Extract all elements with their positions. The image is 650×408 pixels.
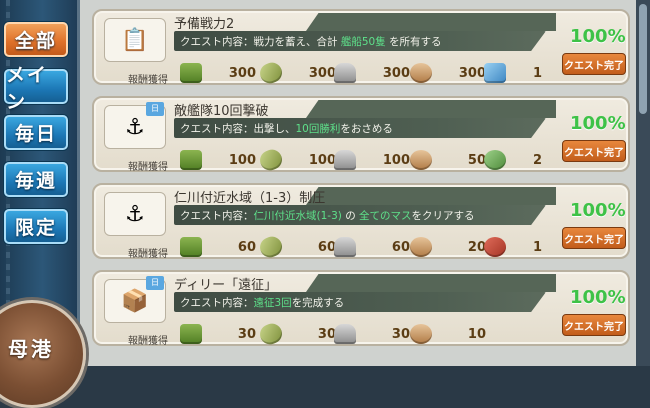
bauxite-amount: 20 bbox=[467, 239, 486, 255]
bauxite-icon bbox=[410, 237, 432, 257]
scrollbar-thumb[interactable] bbox=[639, 4, 647, 114]
ammo-icon bbox=[257, 233, 285, 261]
title-band bbox=[306, 274, 556, 292]
ammo-icon bbox=[257, 320, 285, 348]
reward-row: 60 60 60 20 1 bbox=[174, 233, 554, 261]
special-amount: 1 bbox=[532, 65, 542, 81]
quest-complete-button[interactable]: クエスト完了 bbox=[562, 53, 626, 75]
ammo-amount: 100 bbox=[308, 152, 336, 168]
bauxite-amount: 10 bbox=[467, 326, 486, 342]
quest-progress-percent: 100% bbox=[570, 26, 626, 47]
ammo-icon bbox=[257, 59, 285, 87]
fuel-amount: 60 bbox=[237, 239, 256, 255]
special-amount: 2 bbox=[532, 152, 542, 168]
fuel-icon bbox=[180, 63, 202, 83]
title-band bbox=[306, 13, 556, 31]
quest-complete-button[interactable]: クエスト完了 bbox=[562, 314, 626, 336]
steel-amount: 30 bbox=[391, 326, 410, 342]
special-amount: 1 bbox=[532, 239, 542, 255]
quest-title: ディリー「遠征」 bbox=[174, 278, 278, 293]
quest-description: クエスト内容：出撃し、10回勝利をおさめる bbox=[180, 123, 393, 135]
quest-complete-button[interactable]: クエスト完了 bbox=[562, 140, 626, 162]
steel-icon bbox=[334, 324, 356, 344]
steel-amount: 60 bbox=[391, 239, 410, 255]
reward-row: 300 300 300 300 1 bbox=[174, 59, 554, 87]
bauxite-icon bbox=[410, 324, 432, 344]
bauxite-amount: 300 bbox=[458, 65, 486, 81]
tab-daily[interactable]: 毎日 bbox=[4, 115, 68, 150]
quest-title: 仁川付近水域（1-3）制圧 bbox=[174, 191, 326, 206]
quest-card: ⚓ 日 敵艦隊10回撃破 クエスト内容：出撃し、10回勝利をおさめる 100% … bbox=[92, 96, 630, 174]
daily-badge: 日 bbox=[146, 102, 164, 116]
repair-bucket-icon bbox=[484, 150, 506, 170]
daily-badge: 日 bbox=[146, 276, 164, 290]
fuel-amount: 300 bbox=[228, 65, 256, 81]
reward-row: 30 30 30 10 bbox=[174, 320, 554, 348]
ammo-amount: 30 bbox=[317, 326, 336, 342]
bauxite-icon bbox=[410, 63, 432, 83]
tab-weekly[interactable]: 毎週 bbox=[4, 162, 68, 197]
tab-main[interactable]: メイン bbox=[4, 64, 68, 113]
home-port-label: 母港 bbox=[8, 337, 54, 361]
quest-title: 敵艦隊10回撃破 bbox=[174, 104, 269, 119]
ammo-icon bbox=[257, 146, 285, 174]
quest-description: クエスト内容：仁川付近水域(1-3) の 全てのマスをクリアする bbox=[180, 210, 475, 222]
quest-progress-percent: 100% bbox=[570, 287, 626, 308]
title-band bbox=[306, 100, 556, 118]
fire-extinguisher-icon bbox=[484, 237, 506, 257]
reward-label: 報酬獲得 bbox=[128, 75, 168, 86]
fuel-icon bbox=[180, 324, 202, 344]
quest-document-icon: 📋 bbox=[104, 18, 166, 62]
quest-card: ⚓ 仁川付近水域（1-3）制圧 クエスト内容：仁川付近水域(1-3) の 全ての… bbox=[92, 183, 630, 261]
tab-all[interactable]: 全部 bbox=[4, 22, 68, 57]
steel-icon bbox=[334, 150, 356, 170]
fuel-amount: 100 bbox=[228, 152, 256, 168]
fuel-icon bbox=[180, 150, 202, 170]
bauxite-icon bbox=[410, 150, 432, 170]
steel-icon bbox=[334, 63, 356, 83]
steel-amount: 300 bbox=[382, 65, 410, 81]
reward-label: 報酬獲得 bbox=[128, 162, 168, 173]
quest-progress-percent: 100% bbox=[570, 200, 626, 221]
ammo-amount: 60 bbox=[317, 239, 336, 255]
steel-icon bbox=[334, 237, 356, 257]
steel-amount: 100 bbox=[382, 152, 410, 168]
bauxite-amount: 50 bbox=[467, 152, 486, 168]
reward-label: 報酬獲得 bbox=[128, 336, 168, 347]
quest-title: 予備戦力2 bbox=[174, 17, 235, 32]
quest-progress-percent: 100% bbox=[570, 113, 626, 134]
ammo-amount: 300 bbox=[308, 65, 336, 81]
fuel-amount: 30 bbox=[237, 326, 256, 342]
sortie-map-icon: ⚓ bbox=[104, 192, 166, 236]
tab-limited[interactable]: 限定 bbox=[4, 209, 68, 244]
quest-description: クエスト内容：戦力を蓄え、合計 艦船50隻 を所有する bbox=[180, 36, 442, 48]
title-band bbox=[306, 187, 556, 205]
quest-card: 📋 予備戦力2 クエスト内容：戦力を蓄え、合計 艦船50隻 を所有する 100%… bbox=[92, 9, 630, 87]
reward-label: 報酬獲得 bbox=[128, 249, 168, 260]
quest-description: クエスト内容：遠征3回を完成する bbox=[180, 297, 345, 309]
quest-card: 📦 日 ディリー「遠征」 クエスト内容：遠征3回を完成する 100% クエスト完… bbox=[92, 270, 630, 348]
blueprint-icon bbox=[484, 63, 506, 83]
reward-row: 100 100 100 50 2 bbox=[174, 146, 554, 174]
fuel-icon bbox=[180, 237, 202, 257]
quest-complete-button[interactable]: クエスト完了 bbox=[562, 227, 626, 249]
scrollbar[interactable] bbox=[636, 0, 650, 366]
